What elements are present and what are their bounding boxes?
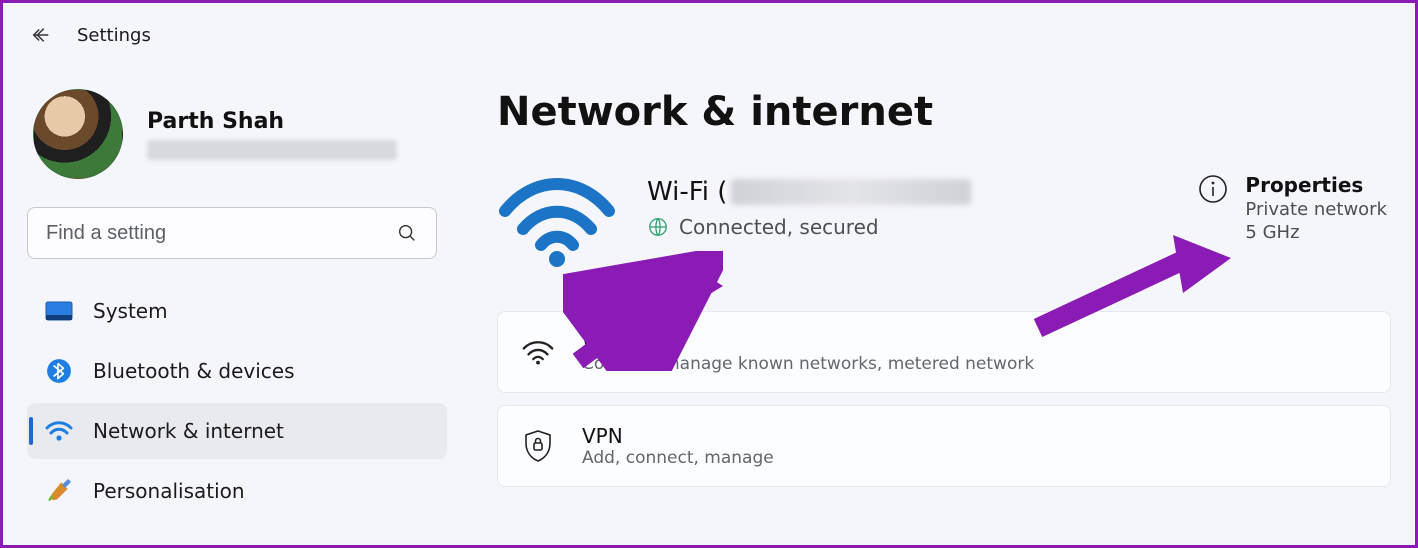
bluetooth-icon [45, 357, 73, 385]
properties-line-1: Private network [1245, 199, 1387, 220]
search-box[interactable] [27, 207, 437, 259]
account-block[interactable]: Parth Shah [27, 89, 447, 179]
page-title: Network & internet [497, 89, 1391, 135]
wifi-large-icon [497, 169, 617, 269]
card-title: VPN [582, 424, 774, 448]
wifi-icon [520, 334, 556, 370]
sidebar-item-bluetooth[interactable]: Bluetooth & devices [27, 343, 447, 399]
user-name: Parth Shah [147, 109, 397, 134]
sidebar-item-label: Personalisation [93, 479, 245, 503]
card-subtitle: Add, connect, manage [582, 448, 774, 468]
user-email-redacted [147, 140, 397, 160]
properties-title: Properties [1245, 173, 1387, 197]
card-subtitle: Connect, manage known networks, metered … [582, 354, 1034, 374]
wifi-name: Wi-Fi ( [647, 177, 971, 207]
connection-state: Connected, secured [679, 215, 879, 239]
wifi-ssid-redacted [731, 179, 971, 205]
sidebar-item-label: Bluetooth & devices [93, 359, 295, 383]
card-vpn[interactable]: VPN Add, connect, manage [497, 405, 1391, 487]
card-wifi[interactable]: WiFi Connect, manage known networks, met… [497, 311, 1391, 393]
app-title: Settings [77, 25, 151, 46]
info-icon [1197, 173, 1229, 205]
sidebar-item-label: System [93, 299, 168, 323]
sidebar-item-system[interactable]: System [27, 283, 447, 339]
sidebar-item-personalisation[interactable]: Personalisation [27, 463, 447, 519]
sidebar-item-network[interactable]: Network & internet [27, 403, 447, 459]
sidebar-item-label: Network & internet [93, 419, 284, 443]
properties-line-2: 5 GHz [1245, 222, 1387, 243]
system-icon [45, 297, 73, 325]
connection-status[interactable]: Wi-Fi ( Connected, secured Properties Pr… [497, 169, 1391, 269]
search-icon [396, 222, 418, 244]
wifi-icon [45, 417, 73, 445]
card-title: WiFi [582, 330, 1034, 354]
paintbrush-icon [45, 477, 73, 505]
search-input[interactable] [46, 222, 396, 245]
globe-icon [647, 216, 669, 238]
avatar [33, 89, 123, 179]
shield-lock-icon [520, 428, 556, 464]
properties-button[interactable]: Properties Private network 5 GHz [1197, 169, 1391, 243]
back-button[interactable] [27, 21, 55, 49]
